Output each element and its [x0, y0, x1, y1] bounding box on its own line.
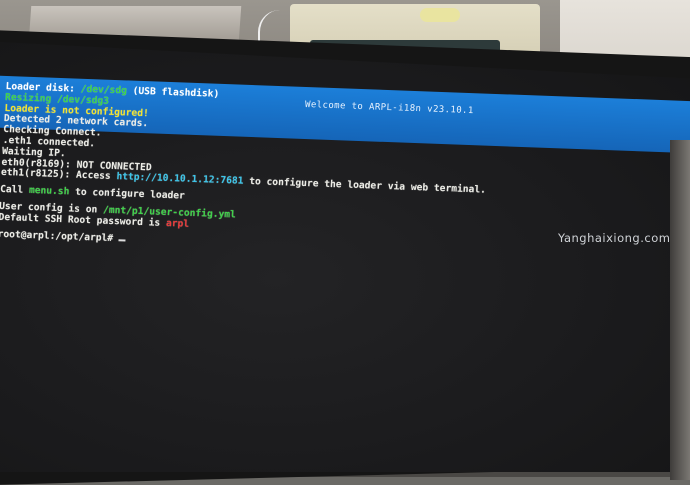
monitor-screen: Welcome to ARPL-i18n v23.10.1 Loader dis… [0, 42, 690, 472]
loader-disk-note: (USB flashdisk) [126, 85, 220, 100]
watermark-text: Yanghaixiong.com [558, 231, 671, 245]
background-device-knob [420, 8, 460, 22]
ssh-password-value: arpl [165, 217, 190, 230]
text-cursor [118, 238, 126, 242]
call-menu-prefix: Call [0, 184, 30, 197]
monitor-right-edge [670, 140, 690, 480]
menu-command: menu.sh [28, 185, 70, 198]
